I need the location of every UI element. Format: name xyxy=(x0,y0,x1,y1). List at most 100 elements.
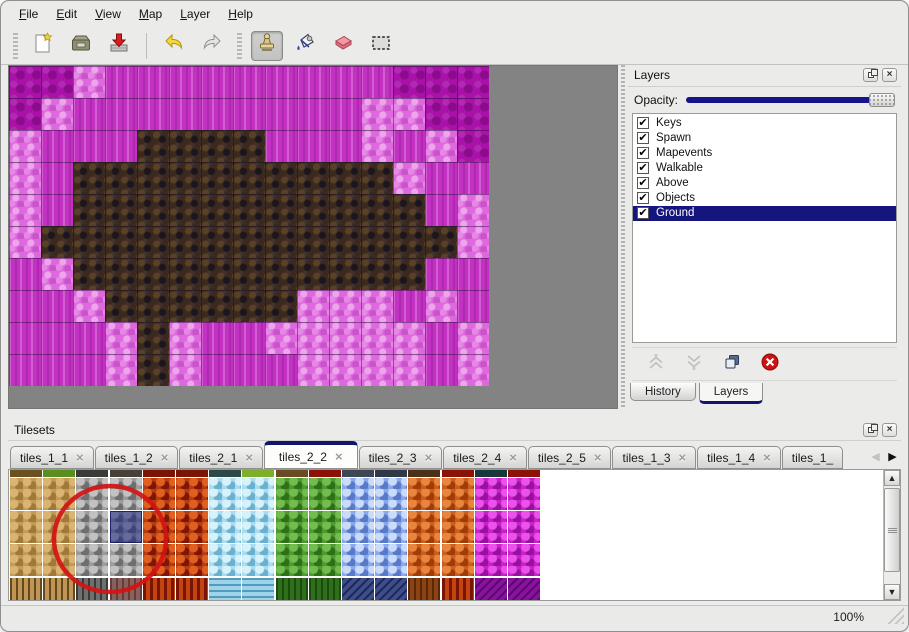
map-tile[interactable] xyxy=(105,322,137,354)
scroll-up-button[interactable]: ▲ xyxy=(884,470,900,486)
map-tile[interactable] xyxy=(105,194,137,226)
map-tile[interactable] xyxy=(233,130,265,162)
tileset-tile[interactable] xyxy=(342,578,374,601)
tileset-tile[interactable] xyxy=(43,578,75,601)
tileset-tile[interactable] xyxy=(375,478,407,510)
map-tile[interactable] xyxy=(137,194,169,226)
map-tile[interactable] xyxy=(137,162,169,194)
map-tile[interactable] xyxy=(41,354,73,386)
tileset-tile[interactable] xyxy=(342,511,374,543)
map-tile[interactable] xyxy=(265,226,297,258)
map-tile[interactable] xyxy=(233,290,265,322)
tileset-tile[interactable] xyxy=(76,478,108,510)
tileset-tile[interactable] xyxy=(342,478,374,510)
tileset-tile[interactable] xyxy=(276,511,308,543)
map-tile[interactable] xyxy=(329,354,361,386)
tileset-tile[interactable] xyxy=(276,470,308,477)
map-canvas-panel[interactable] xyxy=(8,65,618,409)
tileset-tile[interactable] xyxy=(176,544,208,576)
tab-scroll-right-button[interactable]: ▶ xyxy=(884,445,901,467)
tileset-tile[interactable] xyxy=(442,578,474,601)
tileset-tile[interactable] xyxy=(242,578,274,601)
map-tile[interactable] xyxy=(265,258,297,290)
tileset-tile[interactable] xyxy=(110,578,142,601)
layer-visibility-checkbox[interactable]: ✔ xyxy=(637,162,649,174)
tileset-tile[interactable] xyxy=(309,511,341,543)
map-tile[interactable] xyxy=(9,194,41,226)
map-tile[interactable] xyxy=(425,130,457,162)
layer-visibility-checkbox[interactable]: ✔ xyxy=(637,117,649,129)
tileset-tab-tiles_2_2[interactable]: tiles_2_2× xyxy=(264,441,358,469)
map-tile[interactable] xyxy=(201,66,233,98)
map-tile[interactable] xyxy=(457,194,489,226)
map-tile[interactable] xyxy=(233,226,265,258)
map-tile[interactable] xyxy=(137,290,169,322)
tileset-tile[interactable] xyxy=(475,478,507,510)
map-tile[interactable] xyxy=(329,226,361,258)
map-tile[interactable] xyxy=(233,322,265,354)
tileset-tile[interactable] xyxy=(375,578,407,601)
map-tile[interactable] xyxy=(457,354,489,386)
map-tile[interactable] xyxy=(457,162,489,194)
layer-row-spawn[interactable]: ✔Spawn xyxy=(633,131,896,146)
float-tilesets-button[interactable] xyxy=(863,423,878,437)
map-tile[interactable] xyxy=(265,290,297,322)
map-tile[interactable] xyxy=(457,258,489,290)
map-tile[interactable] xyxy=(457,98,489,130)
tileset-tile[interactable] xyxy=(10,470,42,477)
tileset-tile[interactable] xyxy=(508,578,540,601)
map-tile[interactable] xyxy=(169,98,201,130)
map-tile[interactable] xyxy=(297,162,329,194)
map-tile[interactable] xyxy=(265,98,297,130)
map-tile[interactable] xyxy=(393,130,425,162)
duplicate-layer-button[interactable] xyxy=(720,352,744,376)
tileset-tile[interactable] xyxy=(10,544,42,576)
map-tile[interactable] xyxy=(41,290,73,322)
tileset-tile[interactable] xyxy=(408,478,440,510)
map-tile[interactable] xyxy=(265,194,297,226)
tileset-tile[interactable] xyxy=(10,578,42,601)
map-tile[interactable] xyxy=(105,226,137,258)
map-tile[interactable] xyxy=(265,354,297,386)
map-tile[interactable] xyxy=(169,226,201,258)
tileset-tile[interactable] xyxy=(143,470,175,477)
map-tile-grid[interactable] xyxy=(9,66,489,386)
map-tile[interactable] xyxy=(329,322,361,354)
map-tile[interactable] xyxy=(425,98,457,130)
tileset-tile[interactable] xyxy=(209,511,241,543)
map-tile[interactable] xyxy=(169,162,201,194)
map-tile[interactable] xyxy=(137,258,169,290)
tileset-tab-tiles_2_3[interactable]: tiles_2_3× xyxy=(359,446,443,469)
map-tile[interactable] xyxy=(137,354,169,386)
close-panel-button[interactable]: × xyxy=(882,68,897,82)
map-tile[interactable] xyxy=(361,130,393,162)
map-tile[interactable] xyxy=(41,66,73,98)
layer-visibility-checkbox[interactable]: ✔ xyxy=(637,177,649,189)
map-tile[interactable] xyxy=(425,290,457,322)
map-tile[interactable] xyxy=(361,322,393,354)
tileset-tab-tiles_1_1[interactable]: tiles_1_1× xyxy=(10,446,94,469)
map-tile[interactable] xyxy=(233,162,265,194)
map-tile[interactable] xyxy=(201,130,233,162)
tab-close-icon[interactable]: × xyxy=(763,451,771,464)
map-tile[interactable] xyxy=(393,66,425,98)
tab-close-icon[interactable]: × xyxy=(335,450,343,463)
tileset-tile[interactable] xyxy=(408,544,440,576)
tileset-tile[interactable] xyxy=(276,478,308,510)
map-tile[interactable] xyxy=(233,354,265,386)
tileset-tile[interactable] xyxy=(76,511,108,543)
map-tile[interactable] xyxy=(425,226,457,258)
tileset-vertical-scrollbar[interactable]: ▲ ▼ xyxy=(883,470,900,600)
tileset-tile[interactable] xyxy=(76,578,108,601)
map-tile[interactable] xyxy=(361,66,393,98)
map-tile[interactable] xyxy=(169,258,201,290)
map-tile[interactable] xyxy=(297,66,329,98)
map-tile[interactable] xyxy=(425,258,457,290)
tileset-tile[interactable] xyxy=(442,544,474,576)
map-tile[interactable] xyxy=(329,194,361,226)
map-tile[interactable] xyxy=(105,354,137,386)
scrollbar-track[interactable] xyxy=(884,486,900,584)
map-tile[interactable] xyxy=(137,98,169,130)
tileset-tile[interactable] xyxy=(43,544,75,576)
tab-close-icon[interactable]: × xyxy=(509,451,517,464)
